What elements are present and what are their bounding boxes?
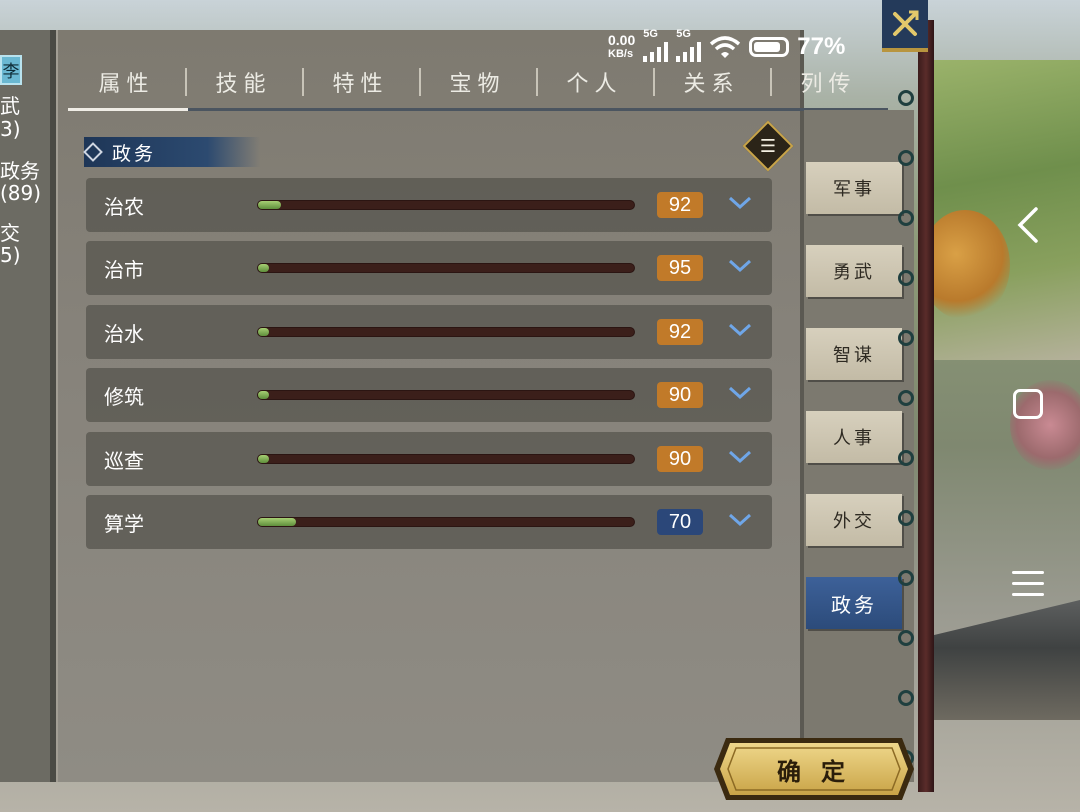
- attribute-value-badge: 92: [657, 318, 703, 345]
- left-stat-name: 武: [0, 94, 20, 118]
- attribute-progress-fill: [258, 454, 270, 463]
- category-tab-military[interactable]: 军事: [806, 162, 902, 214]
- attribute-name: 治农: [104, 195, 144, 219]
- home-button[interactable]: [1013, 389, 1043, 419]
- diamond-icon: [83, 142, 103, 162]
- attribute-name: 巡查: [104, 448, 144, 473]
- battery-icon: [749, 37, 790, 57]
- attribute-name: 治水: [104, 321, 144, 346]
- attribute-progress-bar: [257, 390, 635, 401]
- left-character-panel: 李 武 3) 政务 (89) 交 5): [0, 30, 56, 782]
- network-speed-value: 0.00: [608, 32, 636, 48]
- chevron-down-icon[interactable]: [728, 511, 752, 529]
- battery-percentage: 77%: [797, 33, 846, 60]
- left-stat-name: 交: [0, 221, 20, 245]
- menu-button[interactable]: [1012, 571, 1044, 604]
- category-tab-personnel[interactable]: 人事: [806, 411, 902, 463]
- attribute-row[interactable]: 修筑 90: [86, 368, 772, 423]
- attribute-progress-fill: [258, 327, 270, 336]
- tab-biography[interactable]: 列传: [770, 66, 887, 98]
- attribute-row[interactable]: 巡查 90: [86, 431, 772, 486]
- left-stat-value: 5): [0, 243, 21, 267]
- network-speed-unit: KB/s: [608, 48, 634, 60]
- attribute-row[interactable]: 算学 70: [86, 494, 772, 549]
- back-icon[interactable]: [1014, 206, 1042, 244]
- attribute-value-badge: 95: [657, 255, 703, 282]
- left-stat-name: 政务: [0, 159, 40, 183]
- signal-icon: 5G: [643, 28, 669, 62]
- attribute-progress-bar: [257, 516, 635, 527]
- attribute-progress-bar: [257, 453, 635, 464]
- chevron-down-icon[interactable]: [728, 194, 752, 212]
- attribute-progress-fill: [258, 517, 296, 526]
- attribute-row[interactable]: 治市 95: [86, 241, 772, 296]
- attribute-value-badge: 70: [657, 508, 703, 535]
- active-tab-indicator: [68, 108, 188, 111]
- background-roof: [930, 600, 1080, 720]
- tab-attributes[interactable]: 属性: [68, 66, 185, 98]
- attribute-progress-fill: [258, 391, 270, 400]
- tab-traits[interactable]: 特性: [302, 66, 419, 98]
- left-stat-value: 3): [0, 117, 21, 141]
- attribute-value-badge: 90: [657, 445, 703, 472]
- chevron-down-icon[interactable]: [728, 384, 752, 402]
- attribute-list: 治农 92 治市 95 治水 92 修筑 90 巡查 90 算学 70: [86, 178, 772, 558]
- attribute-name: 修筑: [104, 385, 144, 410]
- attribute-panel: 属性 技能 特性 宝物 个人 关系 列传 政务 ☰ 治农 92 治市 95 治水: [56, 30, 888, 782]
- character-name-badge[interactable]: 李: [0, 55, 22, 85]
- chevron-down-icon[interactable]: [728, 321, 752, 339]
- status-bar: 0.00 KB/s 5G 5G 77%: [608, 28, 918, 64]
- section-header: 政务: [83, 137, 260, 167]
- tab-skills[interactable]: 技能: [185, 66, 302, 98]
- category-tab-strategy[interactable]: 智谋: [806, 328, 902, 380]
- category-tab-valor[interactable]: 勇武: [806, 245, 902, 297]
- tab-treasures[interactable]: 宝物: [419, 66, 536, 98]
- scroll-rod: [918, 20, 934, 792]
- background-field: [920, 60, 1080, 360]
- attribute-progress-fill: [258, 201, 281, 209]
- confirm-button-label: 确定: [777, 756, 865, 786]
- sim2-label: 5G: [676, 28, 691, 40]
- tab-bar: 属性 技能 特性 宝物 个人 关系 列传: [68, 60, 888, 104]
- attribute-progress-bar: [257, 326, 635, 337]
- attribute-name: 治市: [104, 258, 144, 283]
- tab-personal[interactable]: 个人: [536, 66, 653, 98]
- tab-relations[interactable]: 关系: [653, 66, 770, 98]
- attribute-row[interactable]: 治农 92: [86, 178, 772, 232]
- attribute-value-badge: 90: [657, 382, 703, 409]
- attribute-row[interactable]: 治水 92: [86, 304, 772, 359]
- attribute-name: 算学: [104, 511, 144, 536]
- list-view-button[interactable]: ☰: [742, 120, 794, 172]
- list-icon: ☰: [759, 135, 777, 157]
- signal-icon: 5G: [676, 28, 702, 62]
- wifi-icon: [710, 36, 741, 58]
- attribute-value-badge: 92: [657, 192, 703, 218]
- attribute-progress-fill: [258, 264, 270, 273]
- category-tab-governance[interactable]: 政务: [806, 577, 902, 629]
- left-stat-value: (89): [0, 181, 42, 205]
- chevron-down-icon[interactable]: [728, 448, 752, 466]
- confirm-button[interactable]: 确定: [712, 734, 916, 804]
- category-tab-diplomacy[interactable]: 外交: [806, 494, 902, 546]
- attribute-progress-bar: [257, 200, 635, 210]
- chevron-down-icon[interactable]: [728, 257, 752, 275]
- tab-bar-divider: [188, 108, 888, 111]
- attribute-progress-bar: [257, 263, 635, 274]
- sim1-label: 5G: [643, 28, 658, 40]
- section-title: 政务: [112, 142, 157, 165]
- network-speed: 0.00 KB/s: [608, 33, 635, 61]
